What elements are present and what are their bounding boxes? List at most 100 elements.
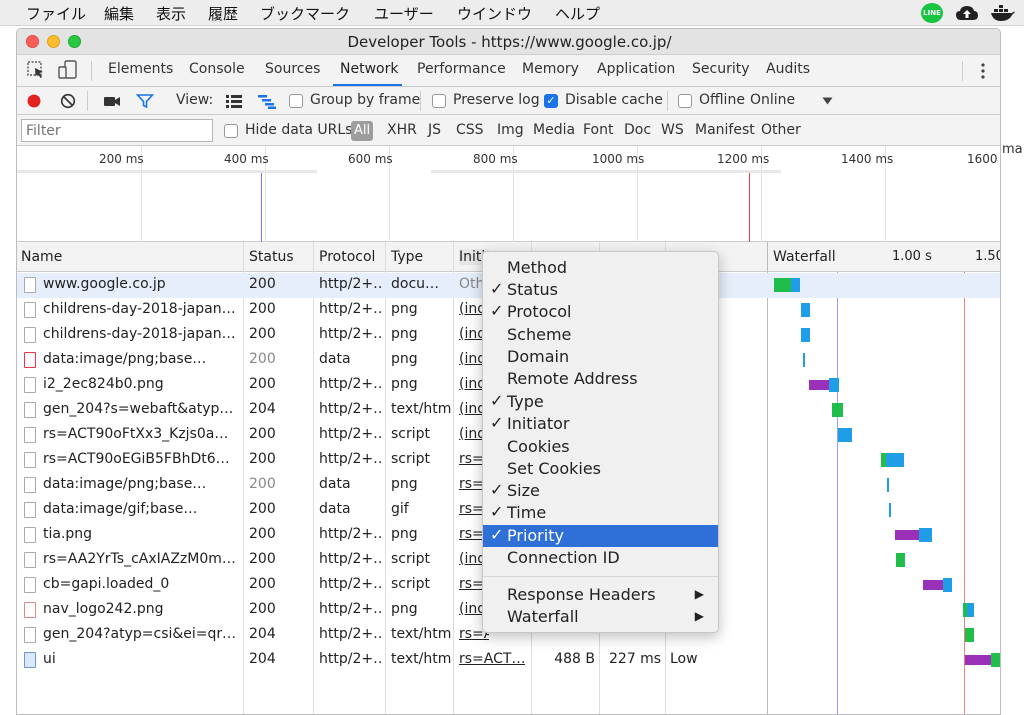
line-app-icon[interactable]: LINE: [921, 3, 943, 23]
document-file-icon: [24, 402, 36, 418]
column-context-menu: Method ✓ Status ✓ Protocol Scheme Domain R…: [482, 251, 719, 633]
request-type: docu…: [391, 276, 440, 292]
menu-help[interactable]: ヘルプ: [555, 3, 600, 24]
menu-item-scheme[interactable]: Scheme: [483, 324, 718, 346]
tab-application[interactable]: Application: [597, 61, 675, 77]
tab-security[interactable]: Security: [692, 61, 750, 77]
checkmark-icon: ✓: [490, 502, 504, 521]
cloud-upload-icon[interactable]: [955, 3, 979, 23]
column-header-name[interactable]: Name: [21, 249, 62, 265]
tab-elements[interactable]: Elements: [108, 61, 173, 77]
request-protocol: http/2+…: [319, 276, 383, 292]
network-overview-timeline[interactable]: 200 ms 400 ms 600 ms 800 ms 1000 ms 1200…: [17, 146, 1000, 242]
column-header-status[interactable]: Status: [249, 249, 294, 265]
tab-network[interactable]: Network: [340, 61, 398, 77]
filter-type-all[interactable]: All: [351, 121, 374, 141]
hide-data-urls-label: Hide data URLs: [245, 122, 353, 138]
tab-memory[interactable]: Memory: [522, 61, 579, 77]
menu-item-set-cookies[interactable]: Set Cookies: [483, 458, 718, 480]
request-status: 200: [249, 501, 276, 517]
filter-input[interactable]: [21, 119, 213, 142]
image-file-icon: [24, 327, 36, 343]
menu-view[interactable]: 表示: [156, 3, 186, 24]
column-header-waterfall[interactable]: Waterfall: [773, 249, 836, 265]
submenu-arrow-icon: ▶: [694, 587, 704, 601]
domcontentloaded-marker: [261, 170, 262, 242]
table-row[interactable]: ui 204 http/2+… text/html rs=ACT… 488 B …: [17, 648, 1000, 673]
filter-type-font[interactable]: Font: [583, 122, 613, 138]
document-file-icon: [24, 277, 36, 293]
menu-item-status[interactable]: ✓ Status: [483, 279, 718, 301]
preserve-log-checkbox[interactable]: [432, 94, 446, 108]
filter-type-img[interactable]: Img: [497, 122, 524, 138]
waterfall-view-icon[interactable]: [258, 95, 276, 109]
tab-performance[interactable]: Performance: [417, 61, 506, 77]
tab-audits[interactable]: Audits: [766, 61, 810, 77]
menu-item-cookies[interactable]: Cookies: [483, 436, 718, 458]
filter-type-manifest[interactable]: Manifest: [695, 122, 755, 138]
menu-users[interactable]: ユーザー: [374, 3, 434, 24]
record-icon[interactable]: [26, 93, 42, 109]
menu-separator: [483, 576, 718, 577]
throttle-select[interactable]: Online: [750, 92, 795, 108]
filter-bar: Hide data URLs All XHR JS CSS Img Media …: [17, 115, 1000, 146]
toolbar-separator: [87, 91, 88, 111]
tab-sources[interactable]: Sources: [265, 61, 320, 77]
filter-type-doc[interactable]: Doc: [624, 122, 651, 138]
menu-item-response-headers[interactable]: Response Headers ▶: [483, 584, 718, 606]
request-status: 200: [249, 601, 276, 617]
image-file-icon: [24, 527, 36, 543]
chevron-down-icon[interactable]: [822, 97, 833, 105]
column-header-type[interactable]: Type: [391, 249, 423, 265]
overview-tick: 200 ms: [99, 152, 144, 166]
request-status: 200: [249, 276, 276, 292]
screenshot-camera-icon[interactable]: [103, 94, 121, 108]
menu-item-size[interactable]: ✓ Size: [483, 480, 718, 502]
clear-icon[interactable]: [60, 93, 76, 109]
request-protocol: data: [319, 476, 351, 492]
menu-item-method[interactable]: Method: [483, 257, 718, 279]
filter-type-ws[interactable]: WS: [661, 122, 684, 138]
group-by-frame-checkbox[interactable]: [289, 94, 303, 108]
filter-type-other[interactable]: Other: [761, 122, 801, 138]
offline-checkbox[interactable]: [678, 94, 692, 108]
menu-edit[interactable]: 編集: [104, 3, 134, 24]
docker-icon[interactable]: [990, 3, 1016, 23]
menu-history[interactable]: 履歴: [208, 3, 238, 24]
more-options-icon[interactable]: [979, 62, 987, 80]
filter-type-js[interactable]: JS: [428, 122, 441, 138]
disable-cache-checkbox[interactable]: ✓: [544, 94, 558, 108]
menu-window[interactable]: ウインドウ: [457, 3, 532, 24]
request-name: childrens-day-2018-japan-6…: [43, 326, 237, 342]
menu-item-type[interactable]: ✓ Type: [483, 391, 718, 413]
request-initiator[interactable]: rs=ACT…: [459, 651, 525, 667]
request-protocol: http/2+…: [319, 626, 383, 642]
image-preview-icon: [24, 652, 36, 668]
filter-type-xhr[interactable]: XHR: [387, 122, 417, 138]
column-header-protocol[interactable]: Protocol: [319, 249, 375, 265]
menu-item-waterfall[interactable]: Waterfall ▶: [483, 606, 718, 628]
menu-item-protocol[interactable]: ✓ Protocol: [483, 301, 718, 323]
request-status: 200: [249, 551, 276, 567]
hide-data-urls-checkbox[interactable]: [224, 124, 238, 138]
request-name: ui: [43, 651, 56, 667]
menu-item-initiator[interactable]: ✓ Initiator: [483, 413, 718, 435]
filter-type-media[interactable]: Media: [533, 122, 575, 138]
menu-item-remote-address[interactable]: Remote Address: [483, 368, 718, 390]
device-toolbar-icon[interactable]: [58, 60, 78, 80]
menu-item-connection-id[interactable]: Connection ID: [483, 547, 718, 569]
large-rows-icon[interactable]: [226, 95, 242, 108]
request-type: script: [391, 576, 431, 592]
filter-type-css[interactable]: CSS: [456, 122, 484, 138]
window-title: Developer Tools - https://www.google.co.…: [347, 33, 672, 51]
menu-item-priority[interactable]: ✓ Priority: [483, 525, 718, 547]
menu-file[interactable]: ファイル: [26, 3, 86, 24]
overview-tick: 1600 ms: [967, 152, 1000, 166]
menu-item-time[interactable]: ✓ Time: [483, 502, 718, 524]
offline-label: Offline: [699, 92, 745, 108]
menu-item-domain[interactable]: Domain: [483, 346, 718, 368]
filter-icon[interactable]: [136, 93, 154, 109]
menu-bookmarks[interactable]: ブックマーク: [260, 3, 350, 24]
tab-console[interactable]: Console: [189, 61, 245, 77]
inspect-element-icon[interactable]: [26, 60, 46, 80]
